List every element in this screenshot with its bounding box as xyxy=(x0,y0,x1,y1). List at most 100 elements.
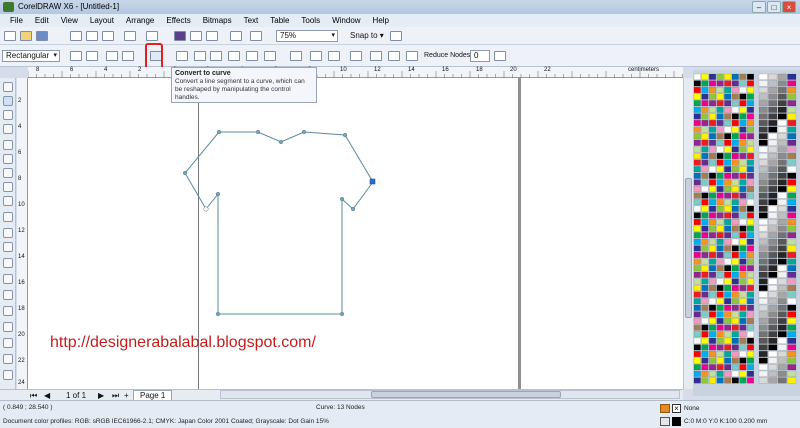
break-curve-icon[interactable] xyxy=(122,51,134,61)
extend-curve-icon[interactable] xyxy=(264,51,276,61)
color-swatch xyxy=(768,344,778,351)
color-swatch xyxy=(739,251,747,258)
reduce-nodes-input[interactable]: 0 xyxy=(470,50,490,62)
menu-bitmaps[interactable]: Bitmaps xyxy=(197,16,238,25)
prev-page-icon[interactable]: ◀ xyxy=(44,391,50,400)
import-icon[interactable] xyxy=(190,31,202,41)
symmetrical-node-icon[interactable] xyxy=(228,51,240,61)
blend-tool-icon[interactable] xyxy=(3,290,13,300)
transparency-tool-icon[interactable] xyxy=(3,306,13,316)
rotate-nodes-icon[interactable] xyxy=(328,51,340,61)
eyedropper-tool-icon[interactable] xyxy=(3,322,13,332)
horizontal-ruler[interactable]: 8 6 4 2 0 2 4 6 8 10 12 14 16 18 20 22 c… xyxy=(27,67,683,78)
menu-edit[interactable]: Edit xyxy=(29,16,55,25)
options-icon[interactable] xyxy=(390,31,402,41)
join-nodes-icon[interactable] xyxy=(106,51,118,61)
menu-layout[interactable]: Layout xyxy=(84,16,120,25)
snap-to-dropdown[interactable]: Snap to ▾ xyxy=(350,31,384,40)
next-page-icon[interactable]: ▶ xyxy=(98,391,104,400)
elastic-mode-icon[interactable] xyxy=(406,51,418,61)
export-icon[interactable] xyxy=(206,31,218,41)
color-swatch xyxy=(709,120,717,127)
menu-table[interactable]: Table xyxy=(264,16,295,25)
color-swatch xyxy=(709,324,717,331)
color-swatch xyxy=(731,225,739,232)
scrollbar-thumb[interactable] xyxy=(371,391,561,398)
color-swatch xyxy=(709,192,717,199)
pick-tool-icon[interactable] xyxy=(3,82,13,92)
menu-view[interactable]: View xyxy=(55,16,84,25)
shape-tool-icon[interactable] xyxy=(3,96,13,106)
color-swatch xyxy=(768,185,778,192)
color-swatch xyxy=(724,139,732,146)
copy-icon[interactable] xyxy=(86,31,98,41)
menu-effects[interactable]: Effects xyxy=(160,16,196,25)
menu-text[interactable]: Text xyxy=(238,16,265,25)
welcome-screen-icon[interactable] xyxy=(250,31,262,41)
vertical-scrollbar[interactable] xyxy=(683,78,693,389)
color-swatch xyxy=(747,298,755,305)
reflect-horizontal-icon[interactable] xyxy=(370,51,382,61)
smart-fill-icon[interactable] xyxy=(3,154,13,164)
color-swatch xyxy=(787,344,797,351)
freehand-tool-icon[interactable] xyxy=(3,140,13,150)
close-button[interactable]: × xyxy=(782,1,796,13)
application-launcher-icon[interactable] xyxy=(230,31,242,41)
redo-icon[interactable] xyxy=(146,31,158,41)
color-palette[interactable] xyxy=(693,70,800,396)
stretch-nodes-icon[interactable] xyxy=(310,51,322,61)
convert-to-line-icon[interactable] xyxy=(176,51,188,61)
color-swatch xyxy=(731,113,739,120)
select-all-nodes-icon[interactable] xyxy=(494,51,506,61)
selection-mode-dropdown[interactable]: Rectangular ▾ xyxy=(2,50,60,62)
menu-file[interactable]: File xyxy=(4,16,29,25)
ellipse-tool-icon[interactable] xyxy=(3,182,13,192)
tab-page-1[interactable]: Page 1 xyxy=(133,390,173,400)
interactive-fill-icon[interactable] xyxy=(3,370,13,380)
maximize-button[interactable]: □ xyxy=(767,1,781,13)
menu-arrange[interactable]: Arrange xyxy=(120,16,160,25)
add-page-icon[interactable]: + xyxy=(124,391,129,400)
table-tool-icon[interactable] xyxy=(3,242,13,252)
search-content-icon[interactable] xyxy=(174,31,186,41)
polygon-tool-icon[interactable] xyxy=(3,196,13,206)
outline-pen-icon[interactable] xyxy=(3,338,13,348)
horizontal-scrollbar[interactable] xyxy=(220,390,680,399)
extract-subpath-icon[interactable] xyxy=(290,51,302,61)
color-swatch xyxy=(724,225,732,232)
dimension-tool-icon[interactable] xyxy=(3,258,13,268)
color-swatch xyxy=(787,126,797,133)
basic-shapes-icon[interactable] xyxy=(3,212,13,222)
open-icon[interactable] xyxy=(20,31,32,41)
delete-node-icon[interactable] xyxy=(86,51,98,61)
text-tool-icon[interactable] xyxy=(3,228,13,238)
smooth-node-icon[interactable] xyxy=(210,51,222,61)
add-node-icon[interactable] xyxy=(70,51,82,61)
menu-help[interactable]: Help xyxy=(367,16,395,25)
reverse-direction-icon[interactable] xyxy=(246,51,258,61)
crop-tool-icon[interactable] xyxy=(3,110,13,120)
save-icon[interactable] xyxy=(36,31,48,41)
vertical-ruler[interactable]: 2 4 6 8 10 12 14 16 18 20 22 24 xyxy=(17,78,28,389)
connector-tool-icon[interactable] xyxy=(3,274,13,284)
color-swatch xyxy=(709,93,717,100)
rectangle-tool-icon[interactable] xyxy=(3,168,13,178)
color-profiles-info[interactable]: Document color profiles: RGB: sRGB IEC61… xyxy=(3,418,329,425)
align-nodes-icon[interactable] xyxy=(350,51,362,61)
paste-icon[interactable] xyxy=(102,31,114,41)
menu-window[interactable]: Window xyxy=(326,16,366,25)
scrollbar-thumb[interactable] xyxy=(685,178,692,318)
color-swatch xyxy=(731,291,739,298)
color-swatch xyxy=(777,87,787,94)
reflect-vertical-icon[interactable] xyxy=(388,51,400,61)
new-icon[interactable] xyxy=(4,31,16,41)
minimize-button[interactable]: – xyxy=(752,1,766,13)
fill-tool-icon[interactable] xyxy=(3,354,13,364)
zoom-tool-icon[interactable] xyxy=(3,124,13,134)
undo-icon[interactable] xyxy=(124,31,136,41)
zoom-level-dropdown[interactable]: 75% ▾ xyxy=(276,30,338,42)
cusp-node-icon[interactable] xyxy=(194,51,206,61)
cut-icon[interactable] xyxy=(70,31,82,41)
menu-tools[interactable]: Tools xyxy=(295,16,326,25)
palette-swatches[interactable] xyxy=(693,70,800,396)
